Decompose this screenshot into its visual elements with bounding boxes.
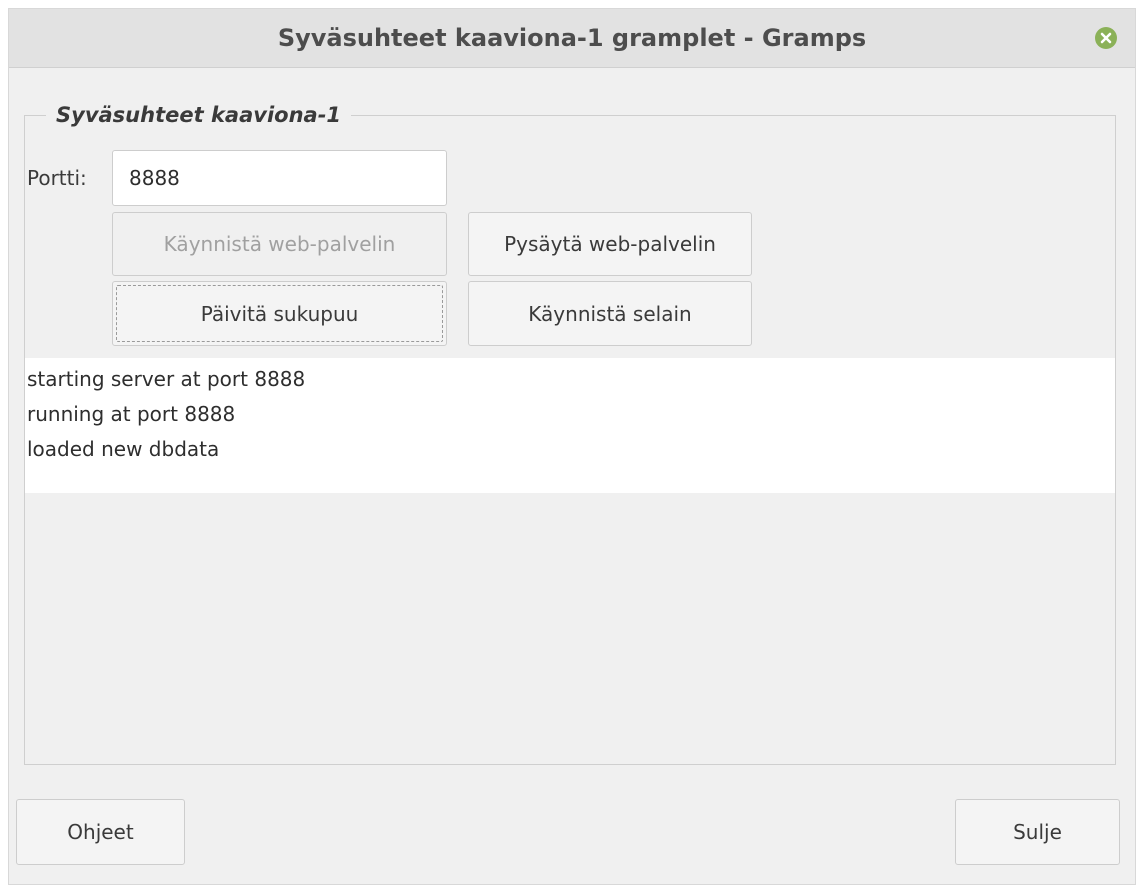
window-title: Syväsuhteet kaaviona-1 gramplet - Gramps: [277, 24, 867, 52]
refresh-tree-button[interactable]: Päivitä sukupuu: [112, 281, 447, 346]
close-icon: [1100, 32, 1112, 44]
stop-server-button[interactable]: Pysäytä web-palvelin: [468, 212, 752, 276]
title-bar[interactable]: Syväsuhteet kaaviona-1 gramplet - Gramps: [9, 9, 1135, 68]
launch-browser-button[interactable]: Käynnistä selain: [468, 281, 752, 346]
log-line: starting server at port 8888: [27, 367, 306, 391]
help-button[interactable]: Ohjeet: [16, 799, 185, 865]
port-input[interactable]: [112, 150, 447, 206]
start-server-button[interactable]: Käynnistä web-palvelin: [112, 212, 447, 276]
close-window-button[interactable]: [1095, 27, 1117, 49]
log-line: running at port 8888: [27, 402, 236, 426]
frame-label: Syväsuhteet kaaviona-1: [46, 100, 352, 130]
close-button[interactable]: Sulje: [955, 799, 1120, 865]
port-label: Portti:: [27, 166, 87, 190]
log-output[interactable]: starting server at port 8888 running at …: [25, 358, 1115, 493]
log-line: loaded new dbdata: [27, 437, 220, 461]
